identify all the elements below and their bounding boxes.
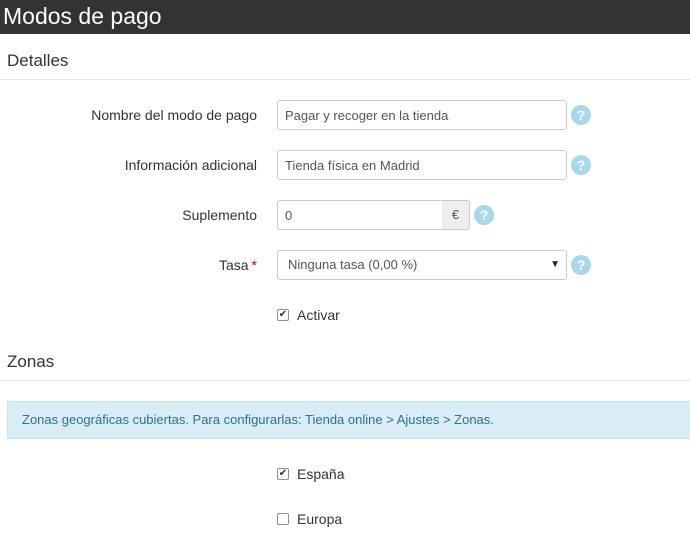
zone-label-espana: España bbox=[297, 466, 345, 482]
details-heading: Detalles bbox=[7, 51, 69, 70]
zone-checkbox-espana[interactable]: ✔ bbox=[277, 468, 289, 480]
tax-selected-value: Ninguna tasa (0,00 %) bbox=[288, 257, 418, 272]
name-help-icon[interactable]: ? bbox=[571, 105, 591, 125]
page-title: Modos de pago bbox=[3, 3, 162, 29]
select-caret-icon: ▼ bbox=[550, 259, 560, 270]
checkbox-checked-icon: ✔ bbox=[278, 309, 288, 320]
surcharge-label: Suplemento bbox=[182, 207, 257, 223]
tax-label: Tasa * bbox=[219, 257, 257, 273]
tax-label-text: Tasa bbox=[218, 257, 249, 273]
info-input[interactable] bbox=[277, 150, 567, 180]
required-mark: * bbox=[251, 257, 257, 273]
zones-heading: Zonas bbox=[7, 352, 55, 371]
page-header: Modos de pago bbox=[0, 0, 690, 34]
info-help-icon[interactable]: ? bbox=[571, 155, 591, 175]
activate-checkbox[interactable]: ✔ bbox=[277, 309, 289, 321]
zones-info-text: Zonas geográficas cubiertas. Para config… bbox=[22, 412, 494, 427]
name-label: Nombre del modo de pago bbox=[91, 107, 257, 123]
zones-divider bbox=[0, 380, 690, 381]
tax-select[interactable]: Ninguna tasa (0,00 %) ▼ bbox=[277, 250, 567, 280]
surcharge-input[interactable] bbox=[277, 200, 443, 230]
zone-checkbox-europa[interactable] bbox=[277, 513, 289, 525]
activate-label: Activar bbox=[297, 307, 340, 323]
zones-info-alert: Zonas geográficas cubiertas. Para config… bbox=[7, 401, 690, 439]
checkbox-checked-icon: ✔ bbox=[278, 468, 288, 479]
zone-label-europa: Europa bbox=[297, 511, 343, 527]
euro-addon: € bbox=[442, 200, 470, 230]
info-label: Información adicional bbox=[124, 157, 257, 173]
surcharge-help-icon[interactable]: ? bbox=[474, 205, 494, 225]
name-input[interactable] bbox=[277, 100, 567, 130]
tax-help-icon[interactable]: ? bbox=[571, 255, 591, 275]
details-divider bbox=[0, 79, 690, 80]
